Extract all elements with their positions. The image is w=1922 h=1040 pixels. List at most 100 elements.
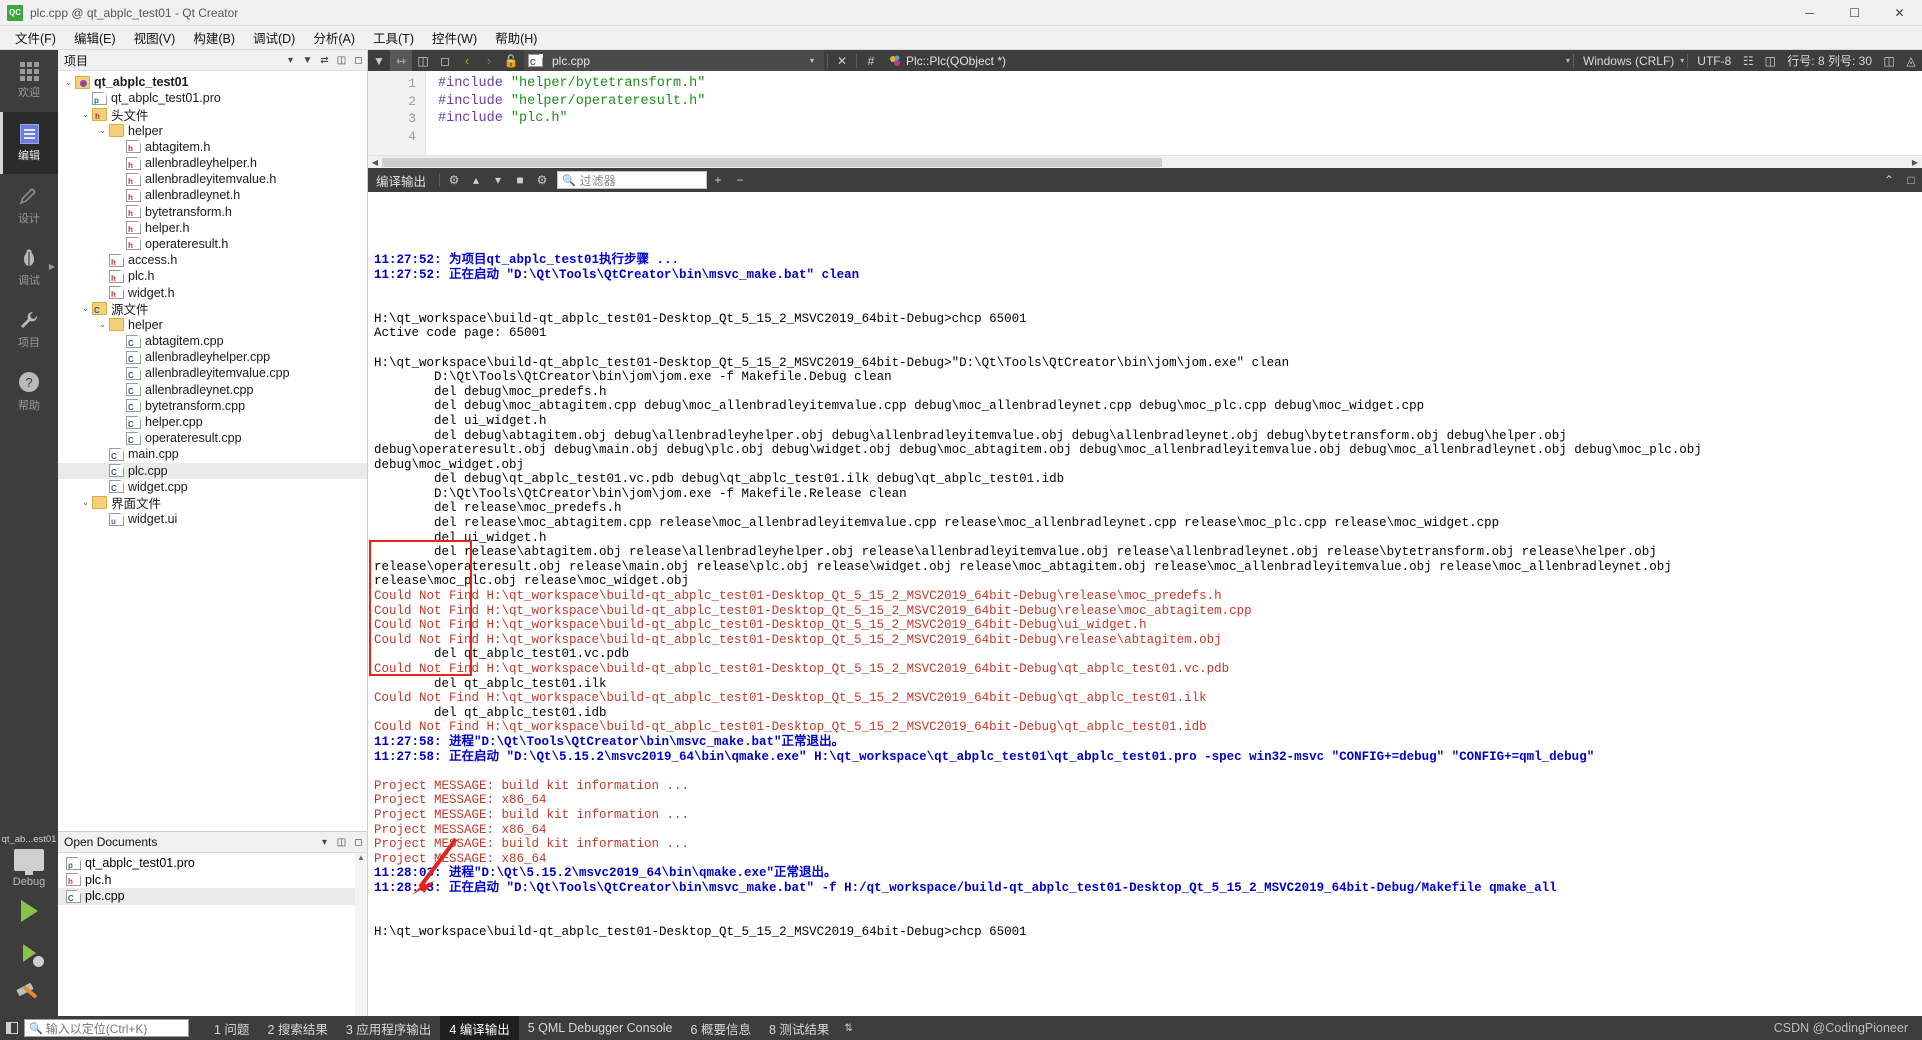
chevron-down-icon[interactable]: ▾: [1566, 56, 1570, 65]
open-documents-scrollbar[interactable]: ▲: [355, 853, 367, 1016]
output-pane-tab[interactable]: 8 测试结果: [760, 1016, 838, 1040]
maximize-button[interactable]: ☐: [1832, 0, 1877, 26]
close-pane-icon[interactable]: □: [1900, 168, 1922, 192]
chevron-down-icon[interactable]: ⌄: [79, 498, 92, 507]
mode-help[interactable]: ? 帮助: [0, 360, 58, 422]
open-document-item[interactable]: p qt_abplc_test01.pro: [58, 855, 367, 872]
tree-item[interactable]: h bytetransform.h: [58, 204, 367, 220]
menu-analyze[interactable]: 分析(A): [304, 25, 364, 50]
project-tree[interactable]: ⌄qt_abplc_test01pqt_abplc_test01.pro⌄头文件…: [58, 71, 367, 831]
tree-item[interactable]: Cwidget.cpp: [58, 479, 367, 495]
output-pane-tab[interactable]: 1 问题: [205, 1016, 258, 1040]
code-text[interactable]: #include "helper/bytetransform.h" #includ…: [426, 71, 1922, 155]
menu-edit[interactable]: 编辑(E): [65, 25, 125, 50]
chevron-down-icon[interactable]: ⌄: [96, 126, 109, 135]
output-pane-tab[interactable]: 5 QML Debugger Console: [519, 1018, 682, 1038]
symbol-combo[interactable]: Plc::Plc(QObject *): [882, 50, 1012, 71]
mode-design[interactable]: 设计: [0, 174, 58, 236]
menu-view[interactable]: 视图(V): [125, 25, 185, 50]
tree-item[interactable]: ⌄ qt_abplc_test01: [58, 74, 367, 90]
output-pane-tab[interactable]: 6 概要信息: [682, 1016, 760, 1040]
tree-item[interactable]: Cbytetransform.cpp: [58, 398, 367, 414]
zoom-out-icon[interactable]: −: [729, 168, 751, 192]
output-pane-tab[interactable]: 4 编译输出: [440, 1015, 519, 1040]
tree-item[interactable]: Cmain.cpp: [58, 446, 367, 462]
split-editor-icon[interactable]: ◫: [1759, 50, 1781, 71]
mode-edit[interactable]: 编辑: [0, 112, 58, 174]
chevron-down-icon[interactable]: ⌄: [96, 320, 109, 329]
close-split-icon[interactable]: ◻: [434, 50, 456, 71]
tree-item[interactable]: h helper.h: [58, 220, 367, 236]
nav-back-icon[interactable]: ‹: [456, 50, 478, 71]
tree-item[interactable]: h allenbradleyitemvalue.h: [58, 171, 367, 187]
scroll-track[interactable]: [382, 156, 1908, 168]
scroll-right-icon[interactable]: ▶: [1908, 158, 1922, 167]
dropdown-icon[interactable]: ▾: [282, 52, 299, 69]
tree-item[interactable]: h access.h: [58, 252, 367, 268]
tree-item[interactable]: Callenbradleyhelper.cpp: [58, 349, 367, 365]
editor-horizontal-scrollbar[interactable]: ◀ ▶: [368, 155, 1922, 168]
split-icon[interactable]: ◫: [412, 50, 434, 71]
encoding-selector[interactable]: UTF-8: [1691, 54, 1737, 68]
tree-item[interactable]: ⌄ 源文件: [58, 301, 367, 317]
locator-input[interactable]: 🔍 输入以定位(Ctrl+K): [24, 1019, 189, 1037]
menu-tools[interactable]: 工具(T): [364, 25, 423, 50]
output-pane-tabs[interactable]: 1 问题 2 搜索结果 3 应用程序输出 4 编译输出 5 QML Debugger C…: [205, 1015, 838, 1040]
menu-help[interactable]: 帮助(H): [486, 25, 546, 50]
up-icon[interactable]: ▴: [465, 168, 487, 192]
scroll-left-icon[interactable]: ◀: [368, 158, 382, 167]
scroll-thumb[interactable]: [382, 157, 1162, 167]
scroll-up-icon[interactable]: ▲: [355, 853, 367, 865]
output-pane-tab[interactable]: 2 搜索结果: [258, 1016, 336, 1040]
toggle-sidebar-button[interactable]: [0, 1022, 24, 1034]
tree-item[interactable]: Cplc.cpp: [58, 462, 367, 479]
down-icon[interactable]: ▾: [487, 168, 509, 192]
tree-item[interactable]: Chelper.cpp: [58, 414, 367, 430]
menu-file[interactable]: 文件(F): [6, 25, 65, 50]
tree-item[interactable]: h abtagitem.h: [58, 139, 367, 155]
tree-item[interactable]: p qt_abplc_test01.pro: [58, 90, 367, 106]
link-icon[interactable]: ⇿: [390, 50, 412, 71]
tree-item[interactable]: h operateresult.h: [58, 236, 367, 252]
open-documents-list[interactable]: p qt_abplc_test01.pro h plc.h Cplc.cpp ▲: [58, 853, 367, 1016]
code-editor[interactable]: 1234 #include "helper/bytetransform.h" #i…: [368, 71, 1922, 155]
output-pane-tab[interactable]: 3 应用程序输出: [337, 1016, 440, 1040]
close-document-icon[interactable]: ✕: [831, 50, 853, 71]
debug-button[interactable]: [0, 932, 58, 974]
chevron-right-icon[interactable]: ▶: [49, 262, 55, 271]
text-wrap-icon[interactable]: ☷: [1737, 50, 1759, 71]
output-filter-input[interactable]: 🔍 过滤器: [557, 171, 708, 189]
minimize-button[interactable]: ─: [1787, 0, 1832, 26]
tree-item[interactable]: ⌄ helper: [58, 317, 367, 333]
line-ending-selector[interactable]: Windows (CRLF): [1577, 54, 1680, 68]
menu-widgets[interactable]: 控件(W): [423, 25, 486, 50]
open-file-combo[interactable]: C plc.cpp ▾: [524, 50, 824, 71]
split-horizontal-icon[interactable]: ◫: [1878, 50, 1900, 71]
tree-item[interactable]: ⌄ helper: [58, 123, 367, 139]
close-icon[interactable]: ◻: [350, 52, 367, 69]
tree-item[interactable]: ⌄ 界面文件: [58, 495, 367, 511]
output-pane-updown-icon[interactable]: ⇅: [844, 1023, 852, 1034]
maximize-pane-icon[interactable]: ⌃: [1878, 168, 1900, 192]
tree-item[interactable]: ⌄ 头文件: [58, 106, 367, 123]
chevron-down-icon[interactable]: ▾: [804, 56, 820, 65]
chevron-down-icon[interactable]: ⌄: [79, 304, 92, 313]
zoom-in-icon[interactable]: +: [707, 168, 729, 192]
compile-output-log[interactable]: 11:27:52: 为项目qt_abplc_test01执行步骤 ... 11:2…: [368, 192, 1922, 1016]
sync-icon[interactable]: ⇄: [316, 52, 333, 69]
close-button[interactable]: ✕: [1877, 0, 1922, 26]
cancel-build-icon[interactable]: ⚙: [443, 168, 465, 192]
unlock-icon[interactable]: 🔓: [500, 50, 522, 71]
menu-debug[interactable]: 调试(D): [244, 25, 304, 50]
settings-icon[interactable]: ⚙: [531, 168, 553, 192]
close-icon[interactable]: ◻: [350, 834, 367, 851]
open-document-item[interactable]: Cplc.cpp: [58, 888, 367, 905]
nav-forward-icon[interactable]: ›: [478, 50, 500, 71]
chevron-down-icon[interactable]: ⌄: [62, 78, 75, 87]
tree-item[interactable]: h plc.h: [58, 268, 367, 284]
mode-debug[interactable]: 调试 ▶: [0, 236, 58, 298]
kit-selector[interactable]: qt_ab...est01 Debug: [0, 830, 58, 890]
split-icon[interactable]: ◫: [333, 834, 350, 851]
filter-icon[interactable]: ▼: [368, 50, 390, 71]
menu-build[interactable]: 构建(B): [184, 25, 244, 50]
